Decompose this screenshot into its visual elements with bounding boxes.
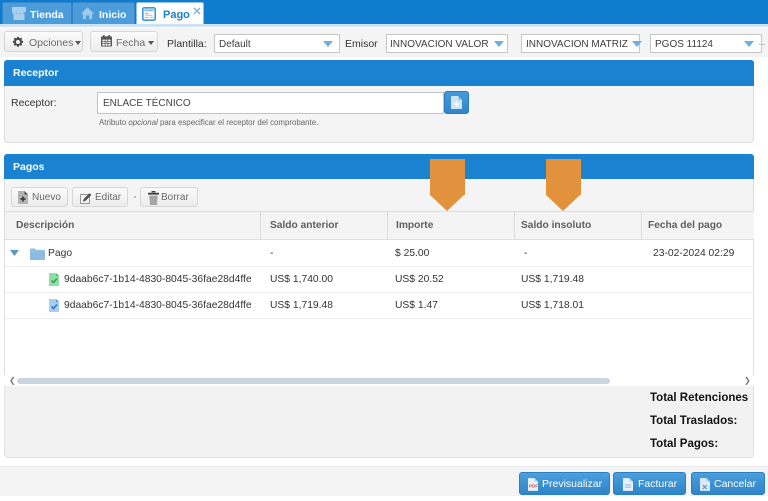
- svg-text:PDF: PDF: [529, 484, 538, 489]
